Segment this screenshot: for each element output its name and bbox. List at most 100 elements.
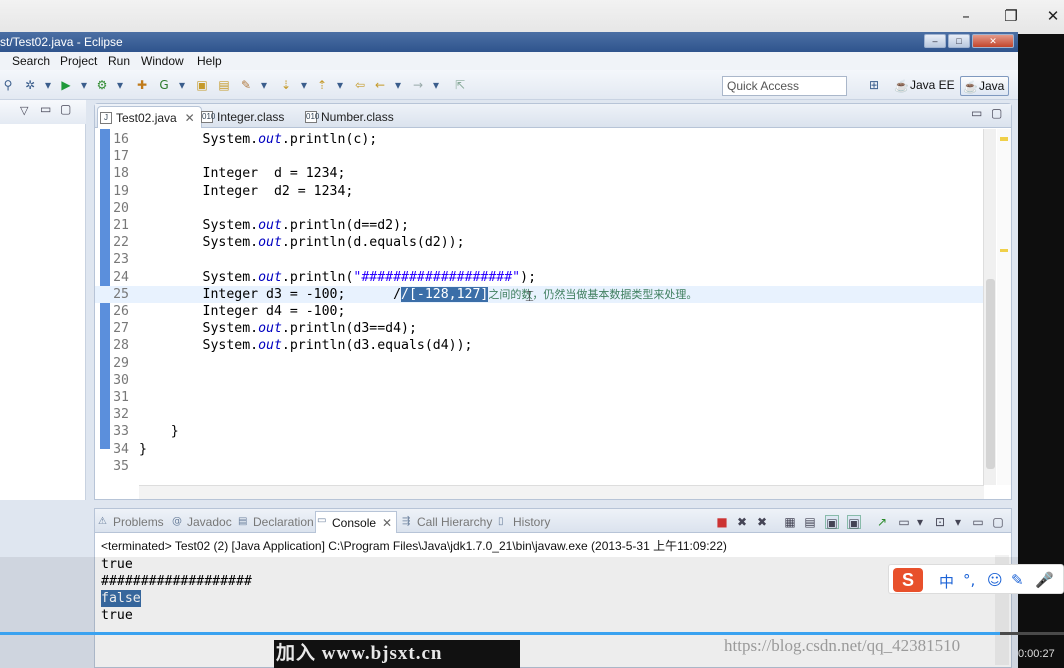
next-annotation-icon[interactable]: ⇣ [278,78,294,92]
code-text[interactable]: System.out.println("###################"… [139,269,537,286]
pin-icon[interactable]: ⇱ [452,78,468,92]
tab-problems[interactable]: ⚠ Problems [97,513,164,531]
menu-project[interactable]: Project [60,54,97,68]
tab-integer-class[interactable]: 010 Integer.class [199,106,284,128]
voice-icon[interactable]: 🎤 [1035,571,1054,589]
code-area[interactable]: 16 System.out.println(c); 17 18 Integer d … [95,129,993,485]
warning-marker[interactable] [1000,137,1008,141]
perspective-java-ee[interactable]: ☕ Java EE [892,76,955,96]
dropdown-icon[interactable]: ▾ [296,78,312,92]
code-line[interactable]: 28 System.out.println(d3.equals(d4)); [95,337,993,354]
code-line[interactable]: 33 } [95,423,993,440]
tab-declaration[interactable]: ▤ Declaration [237,513,314,531]
vertical-scrollbar[interactable] [983,129,996,485]
code-line[interactable]: 22 System.out.println(d.equals(d2)); [95,234,993,251]
quick-access-input[interactable]: Quick Access [722,76,847,96]
scroll-lock-icon[interactable]: ▤ [803,515,817,529]
code-line[interactable]: 16 System.out.println(c); [95,131,993,148]
remove-launch-icon[interactable]: ✖ [735,515,749,529]
code-line[interactable]: 21 System.out.println(d==d2); [95,217,993,234]
code-line[interactable]: 32 [95,406,993,423]
open-console-icon[interactable]: ⊡ [933,515,947,529]
pin-console-icon[interactable]: ↗ [875,515,889,529]
minimize-view-icon[interactable]: ▭ [40,102,51,116]
handwrite-icon[interactable]: ✎ [1011,571,1024,589]
last-edit-icon[interactable]: ⇦ [352,78,368,92]
chinese-mode-icon[interactable]: 中 [939,571,954,592]
occurrence-marker[interactable] [1000,249,1008,252]
code-text[interactable]: System.out.println(c); [139,131,378,148]
code-text[interactable]: System.out.println(d3.equals(d4)); [139,337,473,354]
code-line[interactable]: 19 Integer d2 = 1234; [95,183,993,200]
tab-test02-java[interactable]: J Test02.java ✕ [97,106,202,128]
minimize-editor-icon[interactable]: ▭ [971,106,982,120]
code-text[interactable]: Integer d3 = -100; //[-128,127]之间的数，仍然当做… [139,286,697,303]
code-text[interactable]: System.out.println(d.equals(d2)); [139,234,465,251]
scrollbar-thumb[interactable] [986,279,995,469]
tab-number-class[interactable]: 010 Number.class [303,106,394,128]
code-text[interactable]: Integer d4 = -100; [139,303,346,320]
code-line[interactable]: 23 [95,251,993,268]
debug-icon[interactable]: ✲ [22,78,38,92]
dropdown-icon[interactable]: ▾ [76,78,92,92]
close-icon[interactable]: ✕ [185,107,195,129]
code-line[interactable]: 31 [95,389,993,406]
maximize-editor-icon[interactable]: ▢ [991,106,1002,120]
menu-help[interactable]: Help [197,54,222,68]
maximize-view-icon[interactable]: ▢ [991,515,1005,529]
window-maximize-button[interactable]: □ [948,34,970,48]
tab-javadoc[interactable]: @ Javadoc [171,513,232,531]
prev-annotation-icon[interactable]: ⇡ [314,78,330,92]
search-tool-icon[interactable]: ⚲ [0,78,16,92]
tab-console[interactable]: ▭ Console ✕ [315,511,398,534]
dropdown-icon[interactable]: ▾ [951,515,965,529]
dropdown-icon[interactable]: ▾ [40,78,56,92]
horizontal-scrollbar[interactable] [139,485,984,499]
code-text[interactable]: } [139,441,147,458]
menu-window[interactable]: Window [141,54,184,68]
terminate-icon[interactable]: ■ [715,515,729,529]
punctuation-icon[interactable]: °, [963,571,975,589]
code-line[interactable]: 27 System.out.println(d3==d4); [95,320,993,337]
dropdown-icon[interactable]: ▾ [174,78,190,92]
view-menu-icon[interactable]: ▽ [20,104,28,117]
video-progress-bar[interactable] [0,632,1064,635]
menu-run[interactable]: Run [108,54,130,68]
code-line[interactable]: 18 Integer d = 1234; [95,165,993,182]
show-stderr-icon[interactable]: ▣ [847,515,861,530]
window-minimize-button[interactable]: – [924,34,946,48]
dropdown-icon[interactable]: ▾ [428,78,444,92]
dropdown-icon[interactable]: ▾ [390,78,406,92]
code-line[interactable]: 30 [95,372,993,389]
code-line[interactable]: 34} [95,441,993,458]
restore-icon[interactable]: ❐ [1000,6,1022,26]
code-line[interactable]: 20 [95,200,993,217]
brush-icon[interactable]: ✎ [238,78,254,92]
dropdown-icon[interactable]: ▾ [112,78,128,92]
run-icon[interactable]: ▶ [58,78,74,92]
code-text[interactable]: Integer d2 = 1234; [139,183,354,200]
back-icon[interactable]: ← [372,78,388,92]
open-folder-icon[interactable]: ▤ [216,78,232,92]
new-class-icon[interactable]: G [156,78,172,92]
dropdown-icon[interactable]: ▾ [256,78,272,92]
emoji-icon[interactable]: ☺ [987,571,1003,589]
tab-call-hierarchy[interactable]: ⇶ Call Hierarchy [401,513,492,531]
code-text[interactable]: System.out.println(d==d2); [139,217,409,234]
show-stdout-icon[interactable]: ▣ [825,515,839,530]
remove-all-icon[interactable]: ✖ [755,515,769,529]
close-icon[interactable]: ✕ [382,512,392,534]
code-line[interactable]: 25 Integer d3 = -100; //[-128,127]之间的数，仍… [95,285,993,303]
forward-icon[interactable]: → [410,78,426,92]
code-line[interactable]: 17 [95,148,993,165]
minimize-icon[interactable]: – [955,6,977,26]
code-text[interactable]: Integer d = 1234; [139,165,346,182]
code-line[interactable]: 29 [95,355,993,372]
code-text[interactable]: System.out.println(d3==d4); [139,320,417,337]
open-perspective-icon[interactable]: ⊞ [866,78,882,92]
code-line[interactable]: 35 [95,458,993,475]
clear-console-icon[interactable]: ▦ [783,515,797,529]
dropdown-icon[interactable]: ▾ [913,515,927,529]
display-console-icon[interactable]: ▭ [897,515,911,529]
new-java-project-icon[interactable]: ✚ [134,78,150,92]
